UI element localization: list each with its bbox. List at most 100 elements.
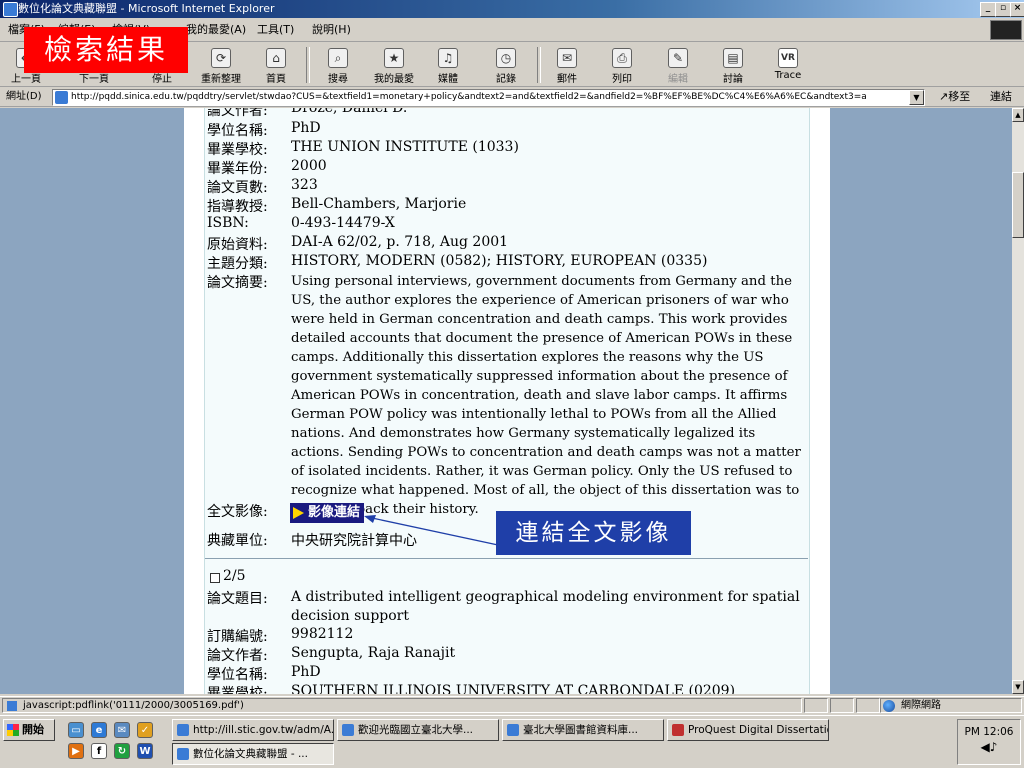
order-label: 訂購編號: — [207, 629, 268, 645]
ie-page-icon — [177, 724, 189, 736]
close-button[interactable]: × — [1010, 2, 1024, 17]
task-ntpu-library[interactable]: 臺北大學圖書館資料庫... — [502, 719, 664, 741]
status-pane — [804, 698, 828, 713]
menu-help[interactable]: 說明(H) — [312, 18, 351, 42]
outlook-icon[interactable]: ✉ — [114, 722, 130, 738]
system-tray: PM 12:06 ◀♪ — [957, 719, 1021, 765]
word-icon[interactable]: W — [137, 743, 153, 759]
print-button[interactable]: ⎙ 列印 — [596, 46, 648, 86]
author-label: 論文作者: — [207, 108, 268, 119]
history-icon: ◷ — [496, 48, 516, 68]
media-player-icon[interactable]: ▶ — [68, 743, 84, 759]
discuss-button[interactable]: ▤ 討論 — [707, 46, 759, 86]
year-value: 2000 — [291, 158, 327, 174]
refresh-button[interactable]: ⟳ 重新整理 — [195, 46, 247, 86]
title-bar[interactable]: 數位化論文典藏聯盟 - Microsoft Internet Explorer … — [0, 0, 1024, 18]
zone-pane: 網際網路 — [880, 698, 1022, 713]
minimize-button[interactable]: _ — [980, 2, 996, 17]
trace-icon: VR — [778, 48, 798, 68]
school-2-value: SOUTHERN ILLINOIS UNIVERSITY AT CARBONDA… — [291, 683, 736, 694]
source-label: 原始資料: — [207, 237, 268, 253]
zone-label: 網際網路 — [901, 700, 941, 711]
ie-page-icon — [507, 724, 519, 736]
isbn-label: ISBN: — [207, 215, 249, 231]
vertical-scrollbar[interactable]: ▲ ▼ — [1012, 108, 1024, 694]
degree-label: 學位名稱: — [207, 123, 268, 139]
author-2-value: Sengupta, Raja Ranajit — [291, 645, 456, 661]
browser-viewport: 論文作者: Droze, Daniel D. 學位名稱: PhD 畢業學校: T… — [0, 108, 1012, 694]
record-divider — [205, 558, 808, 559]
ftp-icon[interactable]: f — [91, 743, 107, 759]
maximize-button[interactable]: ▫ — [995, 2, 1011, 17]
globe-icon — [883, 700, 895, 712]
search-results-banner: 檢索結果 — [24, 27, 188, 73]
task-ill-stic[interactable]: http://ill.stic.gov.tw/adm/A... — [172, 719, 334, 741]
home-button[interactable]: ⌂ 首頁 — [250, 46, 302, 86]
clock[interactable]: PM 12:06 — [958, 726, 1020, 738]
acrobat-icon — [672, 724, 684, 736]
menu-favorites[interactable]: 我的最愛(A) — [186, 18, 246, 42]
edit-button[interactable]: ✎ 編輯 — [652, 46, 704, 86]
pages-label: 論文頁數: — [207, 180, 268, 196]
status-bar: javascript:pdflink('0111/2000/3005169.pd… — [0, 696, 1024, 714]
task-ntpu-welcome[interactable]: 歡迎光臨國立臺北大學... — [337, 719, 499, 741]
page-icon — [7, 701, 17, 711]
pages-value: 323 — [291, 177, 318, 193]
advisor-label: 指導教授: — [207, 199, 268, 215]
degree-2-value: PhD — [291, 664, 321, 680]
address-input[interactable]: http://pqdd.sinica.edu.tw/pqddtry/servle… — [52, 89, 925, 106]
go-button[interactable]: ↗移至 — [939, 87, 970, 107]
school-value: THE UNION INSTITUTE (1033) — [291, 139, 519, 155]
school-label: 畢業學校: — [207, 142, 268, 158]
play-arrow-icon — [293, 507, 304, 519]
mail-button[interactable]: ✉ 郵件 — [541, 46, 593, 86]
abstract-label: 論文摘要: — [207, 275, 268, 291]
discuss-icon: ▤ — [723, 48, 743, 68]
status-pane — [830, 698, 854, 713]
fulltext-image-link[interactable]: 影像連結 — [290, 503, 365, 523]
ie-icon[interactable]: e — [91, 722, 107, 738]
refresh-app-icon[interactable]: ↻ — [114, 743, 130, 759]
links-button[interactable]: 連結 — [990, 87, 1012, 107]
title-label: 論文題目: — [207, 591, 268, 607]
desktop-icon[interactable]: ▭ — [68, 722, 84, 738]
abstract-text: Using personal interviews, government do… — [291, 274, 801, 517]
subject-label: 主題分類: — [207, 256, 268, 272]
scroll-thumb[interactable] — [1012, 172, 1024, 238]
ie-page-icon — [342, 724, 354, 736]
task-proquest[interactable]: ProQuest Digital Dissertatio... — [667, 719, 829, 741]
refresh-icon: ⟳ — [211, 48, 231, 68]
source-value: DAI-A 62/02, p. 718, Aug 2001 — [291, 234, 509, 250]
history-button[interactable]: ◷ 記錄 — [480, 46, 532, 86]
record-2-checkbox[interactable] — [210, 573, 220, 583]
task-pqdd-active[interactable]: 數位化論文典藏聯盟 - ... — [172, 743, 334, 765]
year-label: 畢業年份: — [207, 161, 268, 177]
favorites-button[interactable]: ★ 我的最愛 — [368, 46, 420, 86]
menu-tools[interactable]: 工具(T) — [257, 18, 294, 42]
status-text: javascript:pdflink('0111/2000/3005169.pd… — [23, 700, 244, 711]
holding-label: 典藏單位: — [207, 533, 268, 549]
mail-icon: ✉ — [557, 48, 577, 68]
edit-icon: ✎ — [668, 48, 688, 68]
volume-icon[interactable]: ◀♪ — [958, 740, 1020, 754]
page-icon — [55, 91, 68, 104]
order-value: 9982112 — [291, 626, 354, 642]
scroll-down-button[interactable]: ▼ — [1012, 680, 1024, 694]
title-value: A distributed intelligent geographical m… — [291, 589, 800, 624]
media-button[interactable]: ♫ 媒體 — [422, 46, 474, 86]
toolbar-separator — [306, 47, 310, 83]
window-title: 數位化論文典藏聯盟 - Microsoft Internet Explorer — [18, 2, 275, 15]
fulltext-callout: 連結全文影像 — [496, 511, 691, 555]
address-dropdown-button[interactable]: ▼ — [909, 90, 924, 105]
favorites-icon: ★ — [384, 48, 404, 68]
search-button[interactable]: ⌕ 搜尋 — [312, 46, 364, 86]
status-text-pane: javascript:pdflink('0111/2000/3005169.pd… — [2, 698, 802, 713]
degree-value: PhD — [291, 120, 321, 136]
trace-button[interactable]: VR Trace — [762, 46, 814, 86]
notes-icon[interactable]: ✓ — [137, 722, 153, 738]
advisor-value: Bell-Chambers, Marjorie — [291, 196, 467, 212]
ie-page-icon — [3, 2, 18, 17]
home-icon: ⌂ — [266, 48, 286, 68]
scroll-up-button[interactable]: ▲ — [1012, 108, 1024, 122]
author-value: Droze, Daniel D. — [291, 108, 408, 116]
